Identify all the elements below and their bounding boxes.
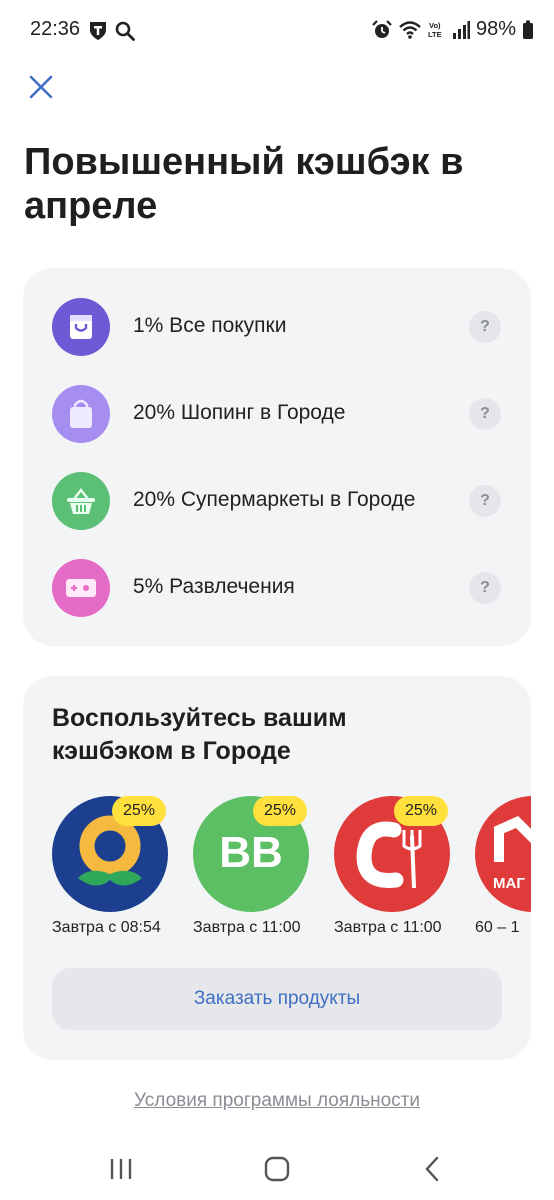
cashback-label: 5% Развлечения bbox=[133, 575, 295, 598]
loyalty-terms-link[interactable]: Условия программы лояльности bbox=[0, 1090, 554, 1112]
help-button[interactable]: ? bbox=[469, 398, 501, 430]
cashback-label: 20% Шопинг в Городе bbox=[133, 401, 346, 424]
volte-icon: Vo) LTE bbox=[428, 21, 442, 39]
order-products-button[interactable]: Заказать продукты bbox=[52, 968, 502, 1030]
cashback-item-entertainment[interactable]: 5% Развлечения ? bbox=[23, 558, 531, 618]
status-left-icons bbox=[88, 20, 136, 42]
magnit-logo: МАГ bbox=[475, 796, 531, 912]
vv-logo-text: BB bbox=[219, 828, 283, 877]
cashback-item-supermarkets[interactable]: 20% Супермаркеты в Городе ? bbox=[23, 471, 531, 531]
alarm-icon bbox=[372, 19, 392, 38]
basket-icon bbox=[52, 472, 110, 530]
status-bar: 22:36 Vo) LTE 98% bbox=[0, 0, 554, 60]
cashback-categories-card: 1% Все покупки ? 20% Шопинг в Городе ? 2… bbox=[23, 268, 531, 646]
search-icon bbox=[115, 21, 135, 41]
status-right: Vo) LTE 98% bbox=[372, 18, 534, 41]
city-stores-card: Воспользуйтесь вашим кэшбэком в Городе 2… bbox=[23, 676, 531, 1060]
store-delivery-time: 60 – 1 bbox=[475, 919, 520, 936]
wifi-icon bbox=[399, 20, 421, 39]
cashback-badge: 25% bbox=[394, 796, 448, 826]
cashback-label: 1% Все покупки bbox=[133, 314, 287, 337]
store-delivery-time: Завтра с 08:54 bbox=[52, 919, 161, 936]
store-delivery-time: Завтра с 11:00 bbox=[193, 919, 301, 936]
home-button[interactable] bbox=[260, 1152, 294, 1186]
close-icon bbox=[29, 75, 53, 99]
battery-percent: 98% bbox=[475, 18, 516, 40]
recents-icon bbox=[110, 1159, 132, 1179]
shopping-bag-icon bbox=[52, 298, 110, 356]
svg-text:LTE: LTE bbox=[428, 30, 442, 39]
help-button[interactable]: ? bbox=[469, 572, 501, 604]
status-time: 22:36 bbox=[30, 18, 81, 40]
help-button[interactable]: ? bbox=[469, 311, 501, 343]
magnit-logo-text: МАГ bbox=[493, 875, 525, 892]
city-section-title: Воспользуйтесь вашим кэшбэком в Городе bbox=[52, 704, 347, 765]
cashback-label: 20% Супермаркеты в Городе bbox=[133, 488, 416, 511]
navigation-bar bbox=[0, 1140, 554, 1200]
battery-icon bbox=[523, 20, 533, 39]
recents-button[interactable] bbox=[104, 1152, 138, 1186]
store-delivery-time: Завтра с 11:00 bbox=[334, 919, 442, 936]
back-icon bbox=[425, 1156, 439, 1182]
cashback-item-all-purchases[interactable]: 1% Все покупки ? bbox=[23, 297, 531, 357]
cashback-badge: 25% bbox=[112, 796, 166, 826]
back-button[interactable] bbox=[416, 1152, 450, 1186]
cashback-badge: 25% bbox=[253, 796, 307, 826]
bag-icon bbox=[52, 385, 110, 443]
cashback-item-shopping[interactable]: 20% Шопинг в Городе ? bbox=[23, 384, 531, 444]
signal-icon bbox=[452, 20, 470, 39]
home-icon bbox=[264, 1156, 290, 1182]
shield-icon bbox=[90, 22, 106, 40]
help-button[interactable]: ? bbox=[469, 485, 501, 517]
svg-text:Vo): Vo) bbox=[429, 21, 441, 30]
ticket-icon bbox=[52, 559, 110, 617]
page-title: Повышенный кэшбэк в апреле bbox=[24, 141, 464, 227]
close-button[interactable] bbox=[26, 72, 56, 102]
